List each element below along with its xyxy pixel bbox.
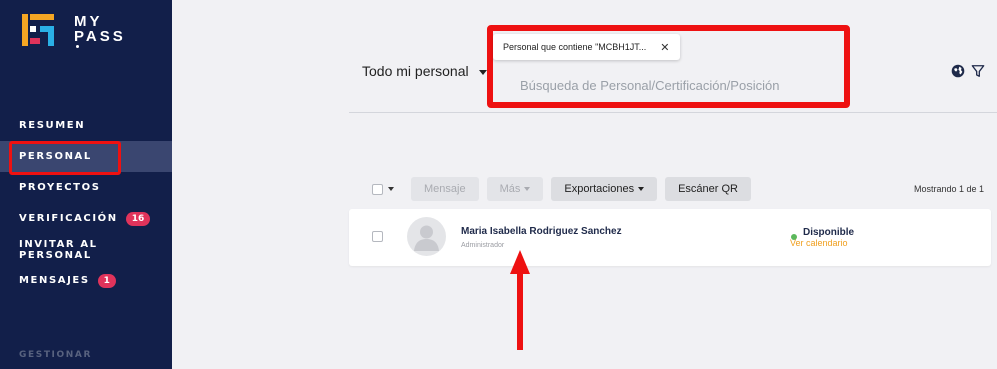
sidebar-item-proyectos[interactable]: PROYECTOS — [0, 172, 172, 203]
sidebar-nav: RESUMEN PERSONAL PROYECTOS VERIFICACIÓN … — [0, 110, 172, 296]
more-button-label: Más — [499, 183, 521, 195]
sidebar-item-verificacion[interactable]: VERIFICACIÓN 16 — [0, 203, 172, 234]
logo-line-1: MY — [74, 13, 103, 30]
list-toolbar: Mensaje Más Exportaciones Escáner QR — [372, 177, 759, 201]
avatar — [407, 217, 446, 256]
header-divider — [349, 112, 997, 113]
scope-dropdown[interactable]: Todo mi personal — [362, 63, 487, 79]
qr-scanner-button-label: Escáner QR — [678, 183, 738, 195]
globe-icon[interactable] — [951, 64, 965, 78]
filter-chip-label: Personal que contiene "MCBH1JT... — [503, 42, 647, 52]
filter-chip[interactable]: Personal que contiene "MCBH1JT... ✕ — [493, 34, 680, 60]
avatar-icon — [414, 225, 439, 251]
calendar-link[interactable]: Ver calendario — [790, 238, 848, 248]
search-input[interactable] — [520, 78, 820, 93]
sidebar-item-resumen[interactable]: RESUMEN — [0, 110, 172, 141]
logo-mark-icon — [22, 14, 54, 46]
sidebar-item-label: PERSONAL — [19, 151, 92, 162]
sidebar-item-label: INVITAR AL PERSONAL — [19, 238, 98, 261]
filter-icon[interactable] — [971, 64, 985, 78]
sidebar-item-label: PROYECTOS — [19, 182, 101, 193]
sidebar-item-label: RESUMEN — [19, 120, 86, 131]
result-count: Mostrando 1 de 1 — [914, 184, 985, 194]
scope-label: Todo mi personal — [362, 63, 469, 79]
notification-badge: 1 — [97, 273, 116, 288]
list-item[interactable]: Maria Isabella Rodriguez Sanchez Adminis… — [349, 209, 991, 266]
logo-dot — [76, 45, 79, 48]
logo-text: MY PASS — [74, 14, 126, 59]
sidebar: MY PASS RESUMEN PERSONAL PROYECTOS VERIF… — [0, 0, 172, 369]
close-icon[interactable]: ✕ — [660, 41, 669, 54]
chevron-down-icon — [478, 69, 487, 75]
sidebar-item-mensajes[interactable]: MENSAJES 1 — [0, 265, 172, 296]
chevron-down-icon — [524, 187, 531, 191]
sidebar-item-label: MENSAJES — [19, 275, 90, 286]
select-all-checkbox[interactable] — [372, 183, 383, 195]
chevron-down-icon[interactable] — [388, 187, 394, 191]
person-role: Administrador — [461, 242, 505, 249]
sidebar-item-invitar[interactable]: INVITAR AL PERSONAL — [0, 234, 172, 265]
chevron-down-icon — [638, 187, 645, 191]
status-label: Disponible — [803, 227, 855, 238]
app-logo[interactable]: MY PASS — [22, 14, 162, 50]
sidebar-item-label: VERIFICACIÓN — [19, 213, 118, 224]
more-button[interactable]: Más — [486, 177, 544, 201]
message-button-label: Mensaje — [424, 183, 466, 195]
export-button-label: Exportaciones — [564, 183, 635, 195]
sidebar-section-label: GESTIONAR — [19, 350, 92, 360]
qr-scanner-button[interactable]: Escáner QR — [665, 177, 751, 201]
arrow-up-icon — [510, 250, 530, 350]
notification-badge: 16 — [125, 211, 151, 226]
person-name[interactable]: Maria Isabella Rodriguez Sanchez — [461, 226, 622, 237]
logo-line-2: PASS — [74, 28, 126, 45]
sidebar-item-personal[interactable]: PERSONAL — [0, 141, 172, 175]
export-button[interactable]: Exportaciones — [551, 177, 658, 201]
row-checkbox[interactable] — [372, 231, 383, 242]
message-button[interactable]: Mensaje — [411, 177, 479, 201]
